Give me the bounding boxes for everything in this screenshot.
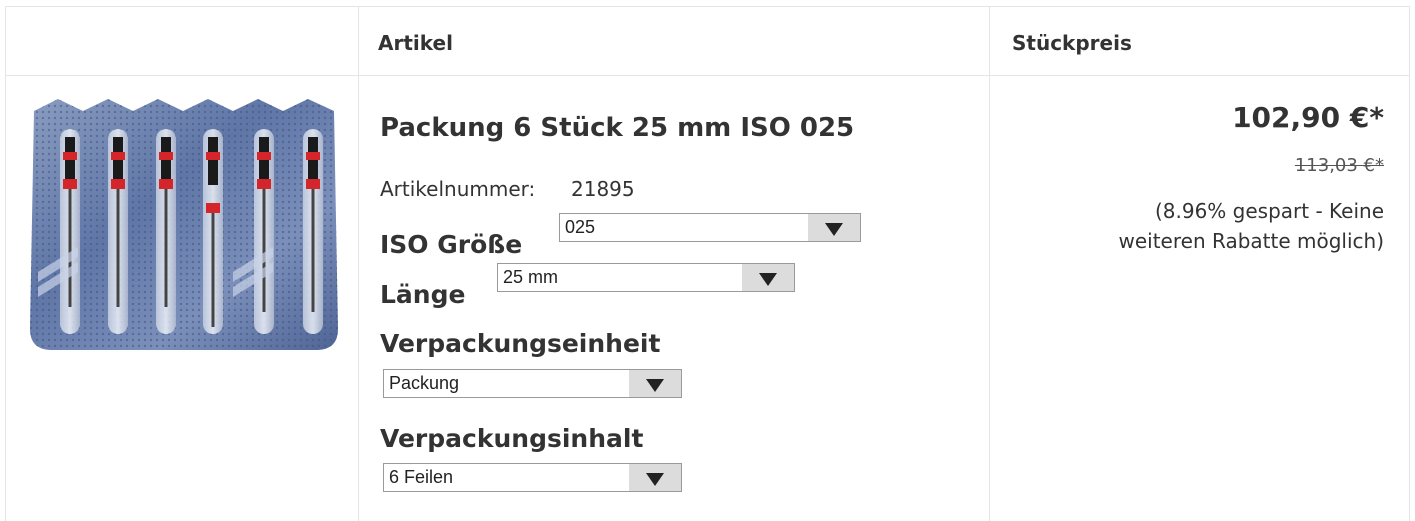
product-title: Packung 6 Stück 25 mm ISO 025 [380,113,855,143]
packaging-unit-select[interactable]: Packung [383,369,682,398]
column-divider [358,7,359,521]
dropdown-button[interactable] [629,464,681,491]
product-table: Artikel Stückpreis Packung 6 Stück 25 mm… [5,6,1410,521]
endodontic-files-blister-pack-image [30,99,338,350]
saving-note-line: weiteren Rabatte möglich) [1118,229,1385,253]
column-header-stueckpreis: Stückpreis [1012,31,1132,55]
iso-size-label: ISO Größe [380,230,523,259]
dropdown-button[interactable] [808,214,860,241]
product-image[interactable] [28,97,340,352]
packaging-content-select[interactable]: 6 Feilen [383,463,682,492]
article-number-value: 21895 [571,177,635,201]
length-label: Länge [380,280,466,309]
column-divider [989,7,990,521]
column-header-artikel: Artikel [378,31,453,55]
length-value: 25 mm [503,267,559,287]
packaging-unit-value: Packung [389,373,460,393]
length-select[interactable]: 25 mm [497,263,795,292]
article-number-label: Artikelnummer: [380,177,536,201]
unit-price: 102,90 €* [1232,101,1384,134]
chevron-down-icon [825,223,843,236]
chevron-down-icon [646,473,664,486]
saving-note-line: (8.96% gespart - Keine [1154,199,1384,223]
packaging-content-value: 6 Feilen [389,467,454,487]
table-header-row [6,7,1409,76]
packaging-content-label: Verpackungsinhalt [380,424,644,453]
saving-note: (8.96% gespart - Keine weiteren Rabatte … [1064,196,1385,256]
dropdown-button[interactable] [742,264,794,291]
dropdown-button[interactable] [629,370,681,397]
chevron-down-icon [759,273,777,286]
iso-size-select[interactable]: 025 [559,213,861,242]
packaging-unit-label: Verpackungseinheit [380,329,661,358]
iso-size-value: 025 [565,217,596,237]
chevron-down-icon [646,379,664,392]
old-price: 113,03 €* [1294,155,1384,176]
